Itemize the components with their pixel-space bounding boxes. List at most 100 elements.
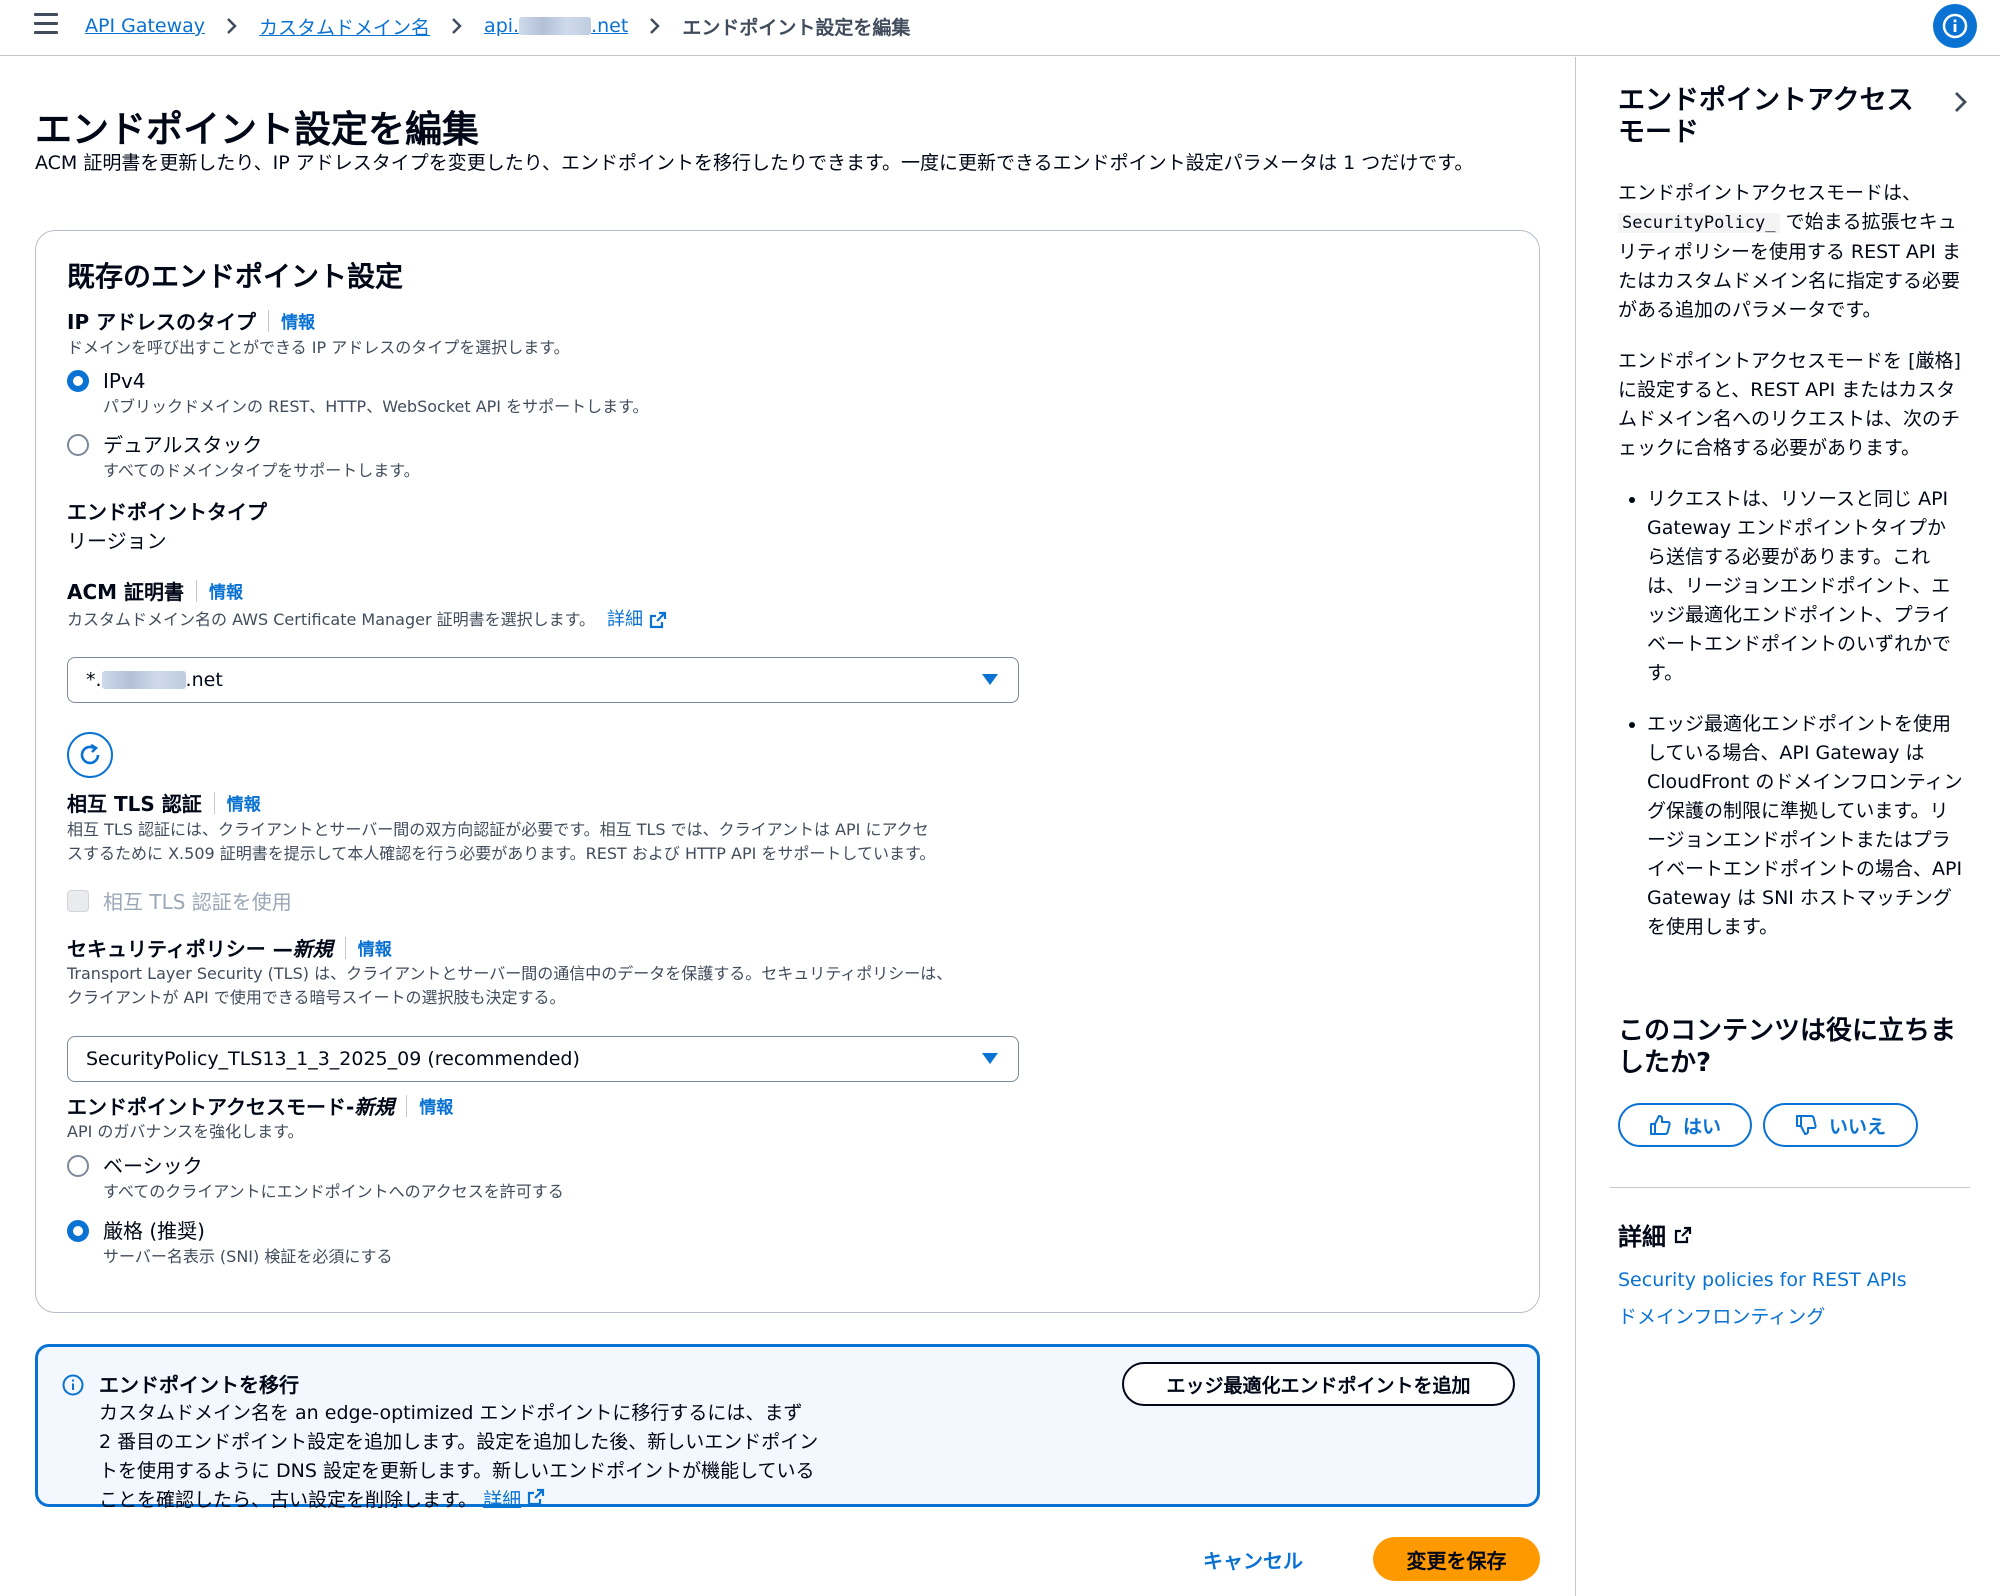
divider	[196, 579, 198, 602]
acm-details-link[interactable]: 詳細	[607, 608, 643, 632]
divider	[344, 936, 346, 959]
main-content: エンドポイント設定を編集 ACM 証明書を更新したり、IP アドレスタイプを変更…	[0, 57, 1575, 1596]
access-mode-label-text: エンドポイントアクセスモード-	[67, 1095, 355, 1119]
caret-down-icon	[982, 674, 998, 685]
cancel-button[interactable]: キャンセル	[1183, 1537, 1323, 1581]
endpoint-settings-card: 既存のエンドポイント設定 IP アドレスのタイプ 情報 ドメインを呼び出すことが…	[35, 230, 1540, 1313]
security-policy-select[interactable]: SecurityPolicy_TLS13_1_3_2025_09 (recomm…	[67, 1036, 1019, 1082]
help-panel-title: エンドポイントアクセスモード	[1618, 85, 1914, 148]
caret-down-icon	[982, 1053, 998, 1064]
help-text: エンドポイントアクセスモードは、	[1618, 182, 1922, 204]
ip-type-label-text: IP アドレスのタイプ	[67, 310, 257, 334]
save-changes-button[interactable]: 変更を保存	[1373, 1537, 1540, 1581]
radio-label: IPv4	[103, 369, 146, 393]
alert-details-link[interactable]: 詳細	[483, 1489, 521, 1511]
help-paragraph: エンドポイントアクセスモードを [厳格] に設定すると、REST API または…	[1618, 350, 1961, 459]
security-policy-info-link[interactable]: 情報	[358, 935, 392, 960]
radio-description: サーバー名表示 (SNI) 検証を必須にする	[103, 1247, 393, 1266]
radio-label: 厳格 (推奨)	[103, 1219, 205, 1243]
help-list: リクエストは、リソースと同じ API Gateway エンドポイントタイプから送…	[1618, 485, 1963, 942]
breadcrumb: API Gateway カスタムドメイン名 api. .net エンドポイント設定…	[85, 10, 910, 42]
ip-type-info-link[interactable]: 情報	[281, 308, 315, 333]
acm-value-suffix: .net	[185, 669, 223, 691]
domain-suffix: .net	[591, 15, 629, 37]
new-tag: 新規	[354, 1095, 395, 1119]
list-item: リクエストは、リソースと同じ API Gateway エンドポイントタイプから送…	[1647, 485, 1963, 688]
domain-fronting-link[interactable]: ドメインフロンティング	[1618, 1302, 1825, 1329]
domain-prefix: api.	[484, 15, 520, 37]
breadcrumb-custom-domain[interactable]: カスタムドメイン名	[259, 13, 430, 40]
endpoint-type-label: エンドポイントタイプ	[67, 496, 267, 525]
acm-value-prefix: *.	[86, 669, 102, 691]
page-title: エンドポイント設定を編集	[35, 108, 479, 151]
access-mode-description: API のガバナンスを強化します。	[67, 1122, 304, 1141]
security-policy-description: Transport Layer Security (TLS) は、クライアントと…	[67, 962, 952, 1010]
security-policy-label-text: セキュリティポリシー —	[67, 937, 293, 961]
radio-button-ipv4[interactable]	[67, 370, 89, 392]
code-snippet: SecurityPolicy_	[1618, 213, 1780, 233]
acm-label-text: ACM 証明書	[67, 580, 185, 604]
learn-more-heading: 詳細	[1618, 1217, 1692, 1252]
external-link-icon	[649, 611, 667, 629]
info-icon	[1942, 13, 1968, 39]
top-navigation-bar: API Gateway カスタムドメイン名 api. .net エンドポイント設定…	[0, 0, 2000, 56]
chevron-right-icon[interactable]	[1951, 89, 1971, 115]
divider	[268, 309, 270, 332]
thumbs-down-icon	[1795, 1115, 1817, 1135]
mtls-checkbox[interactable]	[67, 889, 89, 912]
breadcrumb-domain[interactable]: api. .net	[484, 15, 628, 37]
mtls-label: 相互 TLS 認証 情報	[67, 788, 261, 817]
card-title: 既存のエンドポイント設定	[67, 260, 404, 293]
radio-button-dualstack[interactable]	[67, 434, 89, 456]
list-item: エッジ最適化エンドポイントを使用している場合、API Gateway は Clo…	[1647, 710, 1963, 942]
feedback-no-label: いいえ	[1828, 1115, 1886, 1138]
mtls-checkbox-label: 相互 TLS 認証を使用	[103, 890, 292, 914]
radio-strict[interactable]: 厳格 (推奨) サーバー名表示 (SNI) 検証を必須にする	[67, 1216, 393, 1268]
learn-more-title: 詳細	[1618, 1223, 1666, 1251]
help-panel-body: エンドポイントアクセスモードは、SecurityPolicy_ で始まる拡張セキ…	[1618, 179, 1963, 964]
security-policies-link[interactable]: Security policies for REST APIs	[1618, 1269, 1907, 1291]
ip-type-description: ドメインを呼び出すことができる IP アドレスのタイプを選択します。	[67, 338, 570, 357]
info-icon	[62, 1374, 84, 1396]
new-tag: 新規	[292, 937, 333, 961]
security-policy-value: SecurityPolicy_TLS13_1_3_2025_09 (recomm…	[86, 1048, 580, 1070]
redacted-block	[519, 17, 592, 35]
access-mode-label: エンドポイントアクセスモード- 新規 情報	[67, 1091, 453, 1120]
feedback-yes-button[interactable]: はい	[1618, 1103, 1752, 1147]
mtls-label-text: 相互 TLS 認証	[67, 792, 202, 816]
radio-description: パブリックドメインの REST、HTTP、WebSocket API をサポート…	[103, 397, 649, 416]
feedback-no-button[interactable]: いいえ	[1763, 1103, 1918, 1147]
acm-label: ACM 証明書 情報	[67, 576, 243, 605]
mtls-info-link[interactable]: 情報	[227, 790, 261, 815]
help-panel: エンドポイントアクセスモード エンドポイントアクセスモードは、 SecurityP…	[1575, 57, 2000, 1596]
security-policy-description-line: クライアントが API で使用できる暗号スイートの選択肢も決定する。	[67, 988, 566, 1007]
help-panel-toggle-button[interactable]	[1933, 4, 1977, 48]
radio-description: すべてのクライアントにエンドポイントへのアクセスを許可する	[103, 1182, 564, 1201]
chevron-right-icon	[452, 18, 462, 34]
acm-certificate-select[interactable]: *. .net	[67, 657, 1019, 703]
feedback-title: このコンテンツは役に立ちましたか?	[1618, 1016, 1957, 1078]
alert-body: カスタムドメイン名を an edge-optimized エンドポイントに移行す…	[99, 1399, 819, 1515]
external-link-icon	[528, 1488, 545, 1506]
radio-dualstack[interactable]: デュアルスタック すべてのドメインタイプをサポートします。	[67, 430, 420, 482]
radio-description: すべてのドメインタイプをサポートします。	[103, 461, 420, 480]
mtls-description: 相互 TLS 認証には、クライアントとサーバー間の双方向認証が必要です。相互 T…	[67, 818, 935, 866]
add-edge-endpoint-button[interactable]: エッジ最適化エンドポイントを追加	[1122, 1362, 1515, 1406]
thumbs-up-icon	[1649, 1115, 1671, 1135]
refresh-button[interactable]	[67, 732, 113, 778]
radio-basic[interactable]: ベーシック すべてのクライアントにエンドポイントへのアクセスを許可する	[67, 1151, 564, 1203]
acm-info-link[interactable]: 情報	[209, 578, 243, 603]
external-link-icon	[1674, 1226, 1692, 1243]
radio-ipv4[interactable]: IPv4 パブリックドメインの REST、HTTP、WebSocket API …	[67, 366, 649, 418]
radio-button-strict[interactable]	[67, 1220, 89, 1242]
divider	[213, 791, 215, 814]
access-mode-info-link[interactable]: 情報	[419, 1093, 453, 1118]
alert-title: エンドポイントを移行	[99, 1373, 299, 1397]
breadcrumb-api-gateway[interactable]: API Gateway	[85, 15, 205, 37]
endpoint-type-label-text: エンドポイントタイプ	[67, 500, 267, 524]
menu-icon[interactable]	[34, 13, 58, 35]
radio-label: ベーシック	[103, 1154, 203, 1178]
page-description: ACM 証明書を更新したり、IP アドレスタイプを変更したり、エンドポイントを移…	[35, 152, 1474, 174]
feedback-yes-label: はい	[1682, 1115, 1721, 1138]
radio-button-basic[interactable]	[67, 1155, 89, 1177]
